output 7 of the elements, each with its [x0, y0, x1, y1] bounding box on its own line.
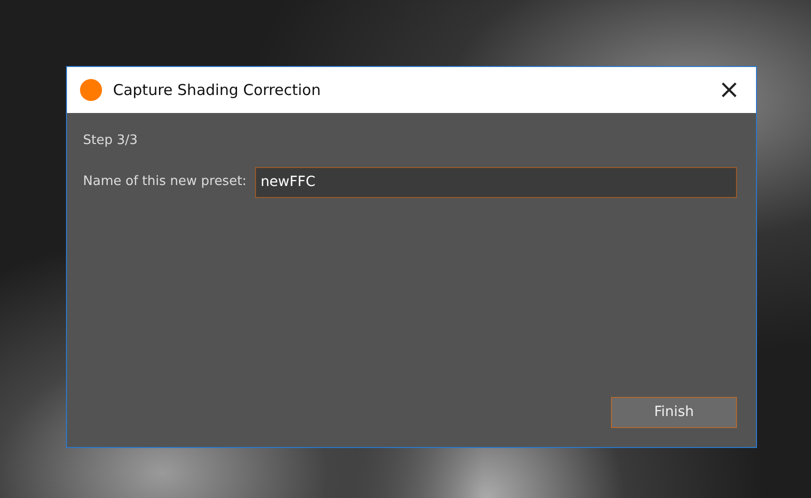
finish-button[interactable]: Finish [611, 397, 737, 428]
preset-name-field[interactable]: newFFC [254, 166, 737, 198]
field-label: Name of this new preset: [83, 173, 247, 192]
step-label: Step 3/3 [83, 132, 139, 150]
window-title: Capture Shading Correction [113, 80, 321, 101]
close-button[interactable]: × [714, 77, 744, 103]
app-icon [80, 79, 102, 101]
